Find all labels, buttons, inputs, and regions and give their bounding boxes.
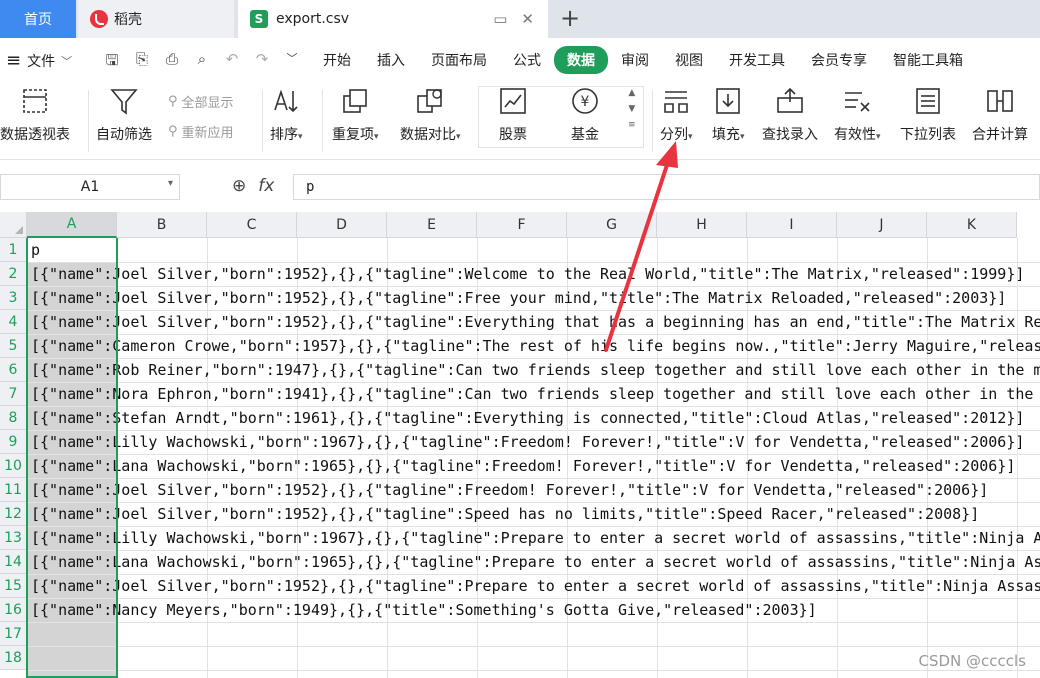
red-arrow-annotation — [604, 141, 678, 352]
